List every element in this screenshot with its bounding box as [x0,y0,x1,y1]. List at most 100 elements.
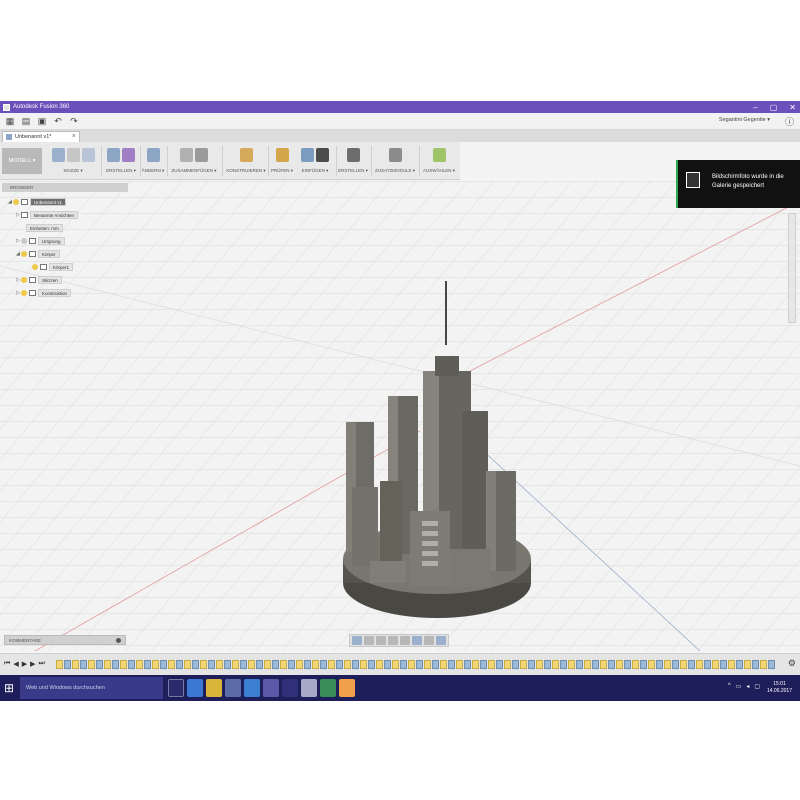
save-icon[interactable]: ▣ [36,115,48,127]
timeline-feature-icon[interactable] [520,660,527,669]
timeline-feature-icon[interactable] [512,660,519,669]
timeline-feature-icon[interactable] [232,660,239,669]
timeline-feature-icon[interactable] [552,660,559,669]
data-panel-grid-icon[interactable]: ▦ [4,115,16,127]
viewports-icon[interactable] [436,636,446,645]
joint-icon[interactable] [195,148,208,162]
grid-settings-icon[interactable] [424,636,434,645]
visibility-bulb-icon[interactable] [21,237,27,244]
timeline-feature-icon[interactable] [264,660,271,669]
timeline-feature-icon[interactable] [352,660,359,669]
timeline-feature-icon[interactable] [600,660,607,669]
timeline-feature-icon[interactable] [584,660,591,669]
timeline-feature-icon[interactable] [240,660,247,669]
navigation-side-panel[interactable] [788,213,796,323]
taskbar-clock[interactable]: 15:01 14.06.2017 [767,681,792,695]
undo-icon[interactable]: ↶ [52,115,64,127]
timeline-feature-icon[interactable] [328,660,335,669]
3d-print-icon[interactable] [346,148,360,162]
timeline-feature-icon[interactable] [560,660,567,669]
timeline-feature-icon[interactable] [736,660,743,669]
timeline-feature-strip[interactable] [56,660,786,670]
new-component-icon[interactable] [180,148,193,162]
timeline-feature-icon[interactable] [616,660,623,669]
help-icon[interactable]: ⓘ [785,115,794,128]
visibility-bulb-icon[interactable] [21,289,27,296]
inspect-group[interactable]: PRÜFEN ▾ [270,145,294,177]
timeline-feature-icon[interactable] [720,660,727,669]
user-account-menu[interactable]: Segantini Gegentie ▾ [719,117,770,123]
timeline-feature-icon[interactable] [608,660,615,669]
timeline-feature-icon[interactable] [728,660,735,669]
timeline-feature-icon[interactable] [176,660,183,669]
timeline-feature-icon[interactable] [432,660,439,669]
timeline-feature-icon[interactable] [128,660,135,669]
timeline-feature-icon[interactable] [544,660,551,669]
tree-node-origin[interactable]: ▷ Ursprung [8,234,128,247]
store-icon[interactable] [263,679,279,697]
modify-menu[interactable]: ÄNDERN ▾ [141,168,165,174]
timeline-feature-icon[interactable] [56,660,63,669]
file-menu-icon[interactable]: ▤ [20,115,32,127]
timeline-feature-icon[interactable] [64,660,71,669]
timeline-feature-icon[interactable] [384,660,391,669]
timeline-feature-icon[interactable] [408,660,415,669]
extrude-icon[interactable] [107,148,120,162]
select-arrow-icon[interactable] [432,148,446,162]
inspect-menu[interactable]: PRÜFEN ▾ [270,168,294,174]
timeline-feature-icon[interactable] [680,660,687,669]
timeline-feature-icon[interactable] [368,660,375,669]
visibility-bulb-icon[interactable] [13,198,19,205]
timeline-feature-icon[interactable] [248,660,255,669]
timeline-feature-icon[interactable] [96,660,103,669]
create-form-icon[interactable] [122,148,135,162]
timeline-feature-icon[interactable] [576,660,583,669]
timeline-feature-icon[interactable] [392,660,399,669]
tree-node-named-views[interactable]: ▷ Benannte Ansichten [8,208,128,221]
modify-group[interactable]: ÄNDERN ▾ [141,145,165,177]
timeline-feature-icon[interactable] [448,660,455,669]
timeline-end-icon[interactable]: ⏭ [38,660,44,668]
timeline-feature-icon[interactable] [536,660,543,669]
fusion-taskbar-icon[interactable] [339,679,355,697]
orbit-icon[interactable] [352,636,362,645]
timeline-feature-icon[interactable] [472,660,479,669]
timeline-feature-icon[interactable] [320,660,327,669]
timeline-feature-icon[interactable] [664,660,671,669]
timeline-feature-icon[interactable] [312,660,319,669]
tree-node-units[interactable]: Einheiten: mm [8,221,128,234]
document-tab[interactable]: Unbenannt v1* × [2,131,80,142]
timeline-feature-icon[interactable] [768,660,775,669]
make-group[interactable]: ERSTELLEN ▾ [338,145,368,177]
timeline-feature-icon[interactable] [376,660,383,669]
visibility-bulb-icon[interactable] [21,250,27,257]
addins-group[interactable]: ZUSATZMODULE ▾ [373,145,417,177]
tree-node-root[interactable]: ◢ Unbenannt v1 [8,195,128,208]
timeline-feature-icon[interactable] [480,660,487,669]
timeline-feature-icon[interactable] [528,660,535,669]
timeline-feature-icon[interactable] [752,660,759,669]
app-icon[interactable] [301,679,317,697]
timeline-feature-icon[interactable] [336,660,343,669]
timeline-feature-icon[interactable] [296,660,303,669]
scripts-addins-icon[interactable] [388,148,402,162]
timeline-forward-icon[interactable]: ▶ [30,660,35,668]
timeline-feature-icon[interactable] [88,660,95,669]
app-icon[interactable] [320,679,336,697]
photos-icon[interactable] [225,679,241,697]
tree-node-sketches[interactable]: ▷ Skizzen [8,273,128,286]
select-group[interactable]: AUSWÄHLEN ▾ [421,145,457,177]
tray-chevron-icon[interactable]: ^ [728,683,731,690]
assemble-menu[interactable]: ZUSAMMENFÜGEN ▾ [170,168,218,174]
workspace-switcher[interactable]: MODELL ▾ [2,148,42,174]
timeline-feature-icon[interactable] [440,660,447,669]
timeline-feature-icon[interactable] [704,660,711,669]
timeline-settings-gear-icon[interactable]: ⚙ [788,658,796,669]
windows-start-icon[interactable]: ⊞ [4,681,14,695]
timeline-feature-icon[interactable] [280,660,287,669]
timeline-feature-icon[interactable] [696,660,703,669]
screenshot-saved-toast[interactable]: Bildschirmfoto wurde in die Galerie gesp… [676,160,800,208]
timeline-feature-icon[interactable] [568,660,575,669]
timeline-feature-icon[interactable] [504,660,511,669]
timeline-feature-icon[interactable] [104,660,111,669]
